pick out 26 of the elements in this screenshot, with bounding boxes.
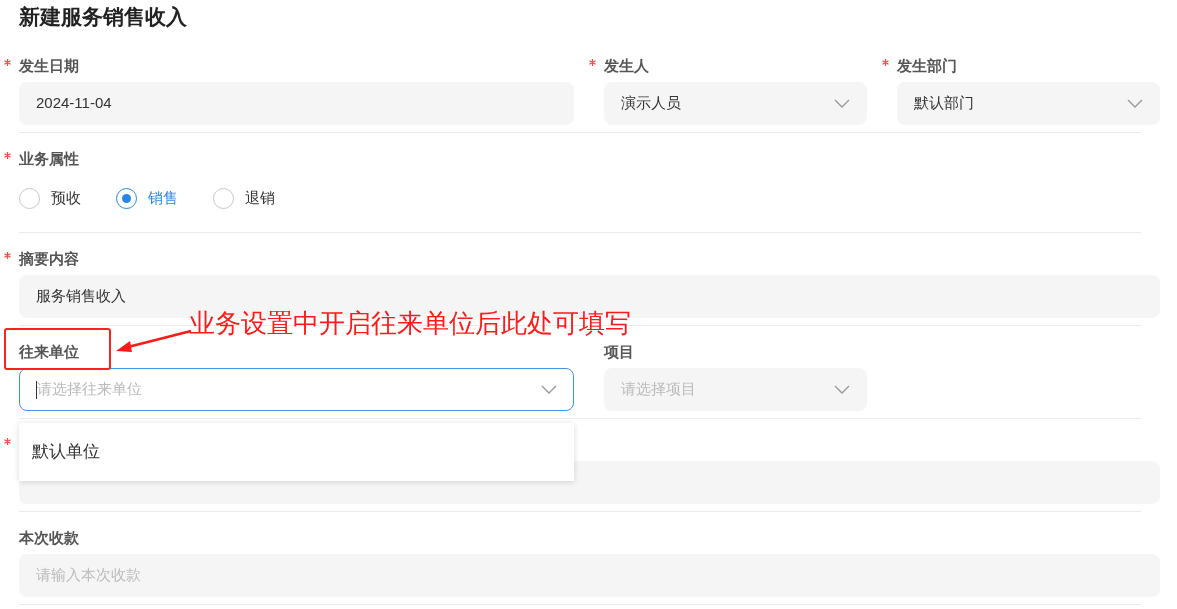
field-label: 往来单位 — [19, 343, 79, 360]
radio-option[interactable]: 预收 — [19, 186, 81, 210]
page-title: 新建服务销售收入 — [19, 4, 187, 30]
field-label: 发生人 — [604, 57, 649, 74]
input-field[interactable]: 2024-11-04 — [19, 82, 574, 125]
field-value: 演示人员 — [621, 93, 681, 114]
placeholder-text: 请选择往来单位 — [37, 379, 142, 400]
field-label: 业务属性 — [19, 150, 79, 167]
dropdown-option[interactable]: 默认单位 — [19, 439, 113, 465]
text-cursor — [36, 380, 37, 399]
select-field[interactable]: 演示人员 — [604, 82, 867, 125]
field-value: 默认部门 — [914, 93, 974, 114]
select-field[interactable]: 默认部门 — [897, 82, 1160, 125]
field-label: 发生部门 — [897, 57, 957, 74]
radio-option[interactable]: 销售 — [116, 186, 178, 210]
field-value: 服务销售收入 — [36, 286, 126, 307]
field-label: 摘要内容 — [19, 250, 79, 267]
chevron-down-icon — [834, 99, 850, 108]
radio-option[interactable]: 退销 — [213, 186, 275, 210]
field-label: 发生日期 — [19, 57, 79, 74]
field-label: 项目 — [604, 343, 634, 360]
field-label: 本次收款 — [19, 529, 79, 546]
chevron-down-icon — [834, 385, 850, 394]
chevron-down-icon — [1127, 99, 1143, 108]
field-value: 2024-11-04 — [36, 93, 112, 114]
chevron-down-icon — [541, 385, 557, 394]
